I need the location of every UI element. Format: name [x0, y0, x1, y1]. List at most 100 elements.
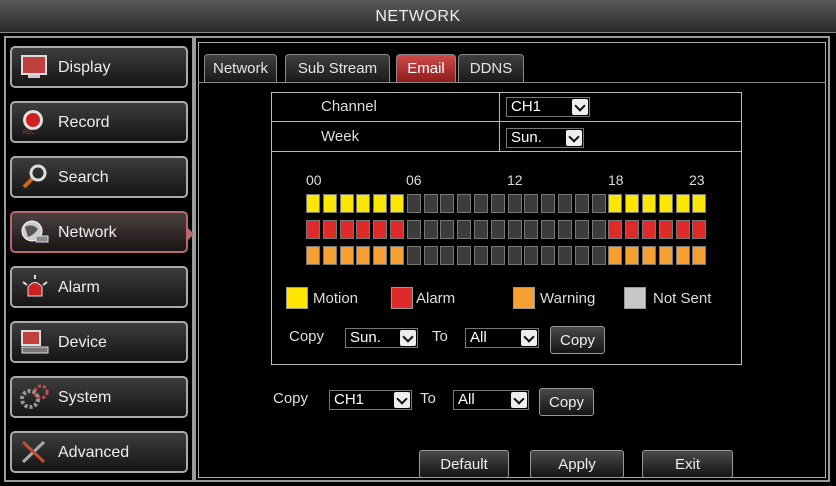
- tab-email[interactable]: Email: [396, 54, 456, 82]
- schedule-cell[interactable]: [322, 194, 337, 213]
- schedule-cell[interactable]: [406, 194, 421, 213]
- schedule-cell[interactable]: [507, 194, 522, 213]
- schedule-cell[interactable]: [591, 246, 606, 265]
- schedule-cell[interactable]: [440, 194, 455, 213]
- schedule-cell[interactable]: [658, 246, 673, 265]
- sidebar-item-network[interactable]: Network: [10, 211, 194, 253]
- channel-select[interactable]: CH1: [506, 97, 590, 117]
- schedule-cell[interactable]: [642, 194, 656, 213]
- schedule-cell[interactable]: [390, 220, 404, 239]
- week-select[interactable]: Sun.: [506, 128, 584, 148]
- schedule-cell[interactable]: [675, 220, 690, 239]
- schedule-cell[interactable]: [474, 220, 488, 239]
- sidebar-item-search[interactable]: Search: [10, 156, 188, 198]
- schedule-cell[interactable]: [423, 194, 438, 213]
- schedule-row-alarm[interactable]: [306, 220, 709, 242]
- schedule-cell[interactable]: [574, 246, 589, 265]
- schedule-cell[interactable]: [356, 220, 371, 239]
- sidebar-item-alarm[interactable]: Alarm: [10, 266, 188, 308]
- schedule-cell[interactable]: [322, 220, 337, 239]
- copy-day-to-select[interactable]: All: [465, 328, 539, 348]
- copy-channel-to-select[interactable]: All: [453, 390, 529, 410]
- chevron-down-icon[interactable]: [521, 330, 537, 346]
- sidebar-item-device[interactable]: Device: [10, 321, 188, 363]
- schedule-cell[interactable]: [558, 194, 572, 213]
- chevron-down-icon[interactable]: [394, 392, 410, 408]
- schedule-cell[interactable]: [625, 194, 640, 213]
- schedule-cell[interactable]: [440, 246, 455, 265]
- schedule-cell[interactable]: [541, 194, 556, 213]
- schedule-cell[interactable]: [390, 194, 404, 213]
- sidebar-item-advanced[interactable]: Advanced: [10, 431, 188, 473]
- schedule-cell[interactable]: [339, 220, 354, 239]
- schedule-cell[interactable]: [423, 220, 438, 239]
- exit-button[interactable]: Exit: [642, 450, 733, 478]
- schedule-cell[interactable]: [390, 246, 404, 265]
- schedule-cell[interactable]: [625, 246, 640, 265]
- schedule-cell[interactable]: [457, 220, 472, 239]
- tab-network[interactable]: Network: [204, 54, 277, 82]
- schedule-cell[interactable]: [625, 220, 640, 239]
- chevron-down-icon[interactable]: [511, 392, 527, 408]
- schedule-cell[interactable]: [692, 220, 707, 239]
- schedule-cell[interactable]: [373, 194, 388, 213]
- schedule-cell[interactable]: [541, 220, 556, 239]
- schedule-cell[interactable]: [608, 246, 623, 265]
- schedule-cell[interactable]: [339, 194, 354, 213]
- copy-day-button[interactable]: Copy: [550, 326, 605, 354]
- schedule-cell[interactable]: [541, 246, 556, 265]
- apply-button[interactable]: Apply: [530, 450, 624, 478]
- schedule-cell[interactable]: [658, 194, 673, 213]
- sidebar-item-system[interactable]: System: [10, 376, 188, 418]
- schedule-cell[interactable]: [591, 220, 606, 239]
- schedule-cell[interactable]: [642, 246, 656, 265]
- schedule-cell[interactable]: [591, 194, 606, 213]
- schedule-cell[interactable]: [373, 220, 388, 239]
- schedule-cell[interactable]: [306, 220, 320, 239]
- chevron-down-icon[interactable]: [572, 99, 588, 115]
- schedule-cell[interactable]: [608, 194, 623, 213]
- schedule-cell[interactable]: [692, 194, 707, 213]
- copy-channel-button[interactable]: Copy: [539, 388, 594, 416]
- schedule-row-motion[interactable]: [306, 194, 709, 216]
- schedule-cell[interactable]: [339, 246, 354, 265]
- schedule-cell[interactable]: [474, 194, 488, 213]
- copy-day-from-select[interactable]: Sun.: [345, 328, 418, 348]
- schedule-cell[interactable]: [524, 194, 539, 213]
- schedule-cell[interactable]: [322, 246, 337, 265]
- schedule-cell[interactable]: [558, 246, 572, 265]
- schedule-cell[interactable]: [574, 220, 589, 239]
- schedule-cell[interactable]: [524, 246, 539, 265]
- sidebar-item-record[interactable]: REC Record: [10, 101, 188, 143]
- schedule-cell[interactable]: [490, 246, 505, 265]
- schedule-row-warning[interactable]: [306, 246, 709, 268]
- schedule-cell[interactable]: [658, 220, 673, 239]
- sidebar-item-display[interactable]: Display: [10, 46, 188, 88]
- schedule-cell[interactable]: [440, 220, 455, 239]
- schedule-cell[interactable]: [558, 220, 572, 239]
- schedule-cell[interactable]: [306, 194, 320, 213]
- schedule-cell[interactable]: [675, 246, 690, 265]
- schedule-cell[interactable]: [474, 246, 488, 265]
- schedule-cell[interactable]: [574, 194, 589, 213]
- schedule-cell[interactable]: [692, 246, 707, 265]
- default-button[interactable]: Default: [419, 450, 509, 478]
- schedule-cell[interactable]: [490, 194, 505, 213]
- copy-channel-from-select[interactable]: CH1: [329, 390, 412, 410]
- chevron-down-icon[interactable]: [400, 330, 416, 346]
- schedule-cell[interactable]: [373, 246, 388, 265]
- schedule-cell[interactable]: [406, 220, 421, 239]
- chevron-down-icon[interactable]: [566, 130, 582, 146]
- schedule-cell[interactable]: [675, 194, 690, 213]
- schedule-cell[interactable]: [642, 220, 656, 239]
- schedule-cell[interactable]: [423, 246, 438, 265]
- schedule-cell[interactable]: [608, 220, 623, 239]
- schedule-cell[interactable]: [457, 246, 472, 265]
- schedule-cell[interactable]: [356, 194, 371, 213]
- schedule-cell[interactable]: [306, 246, 320, 265]
- schedule-cell[interactable]: [356, 246, 371, 265]
- schedule-cell[interactable]: [490, 220, 505, 239]
- tab-sub-stream[interactable]: Sub Stream: [285, 54, 390, 82]
- schedule-cell[interactable]: [507, 246, 522, 265]
- schedule-cell[interactable]: [406, 246, 421, 265]
